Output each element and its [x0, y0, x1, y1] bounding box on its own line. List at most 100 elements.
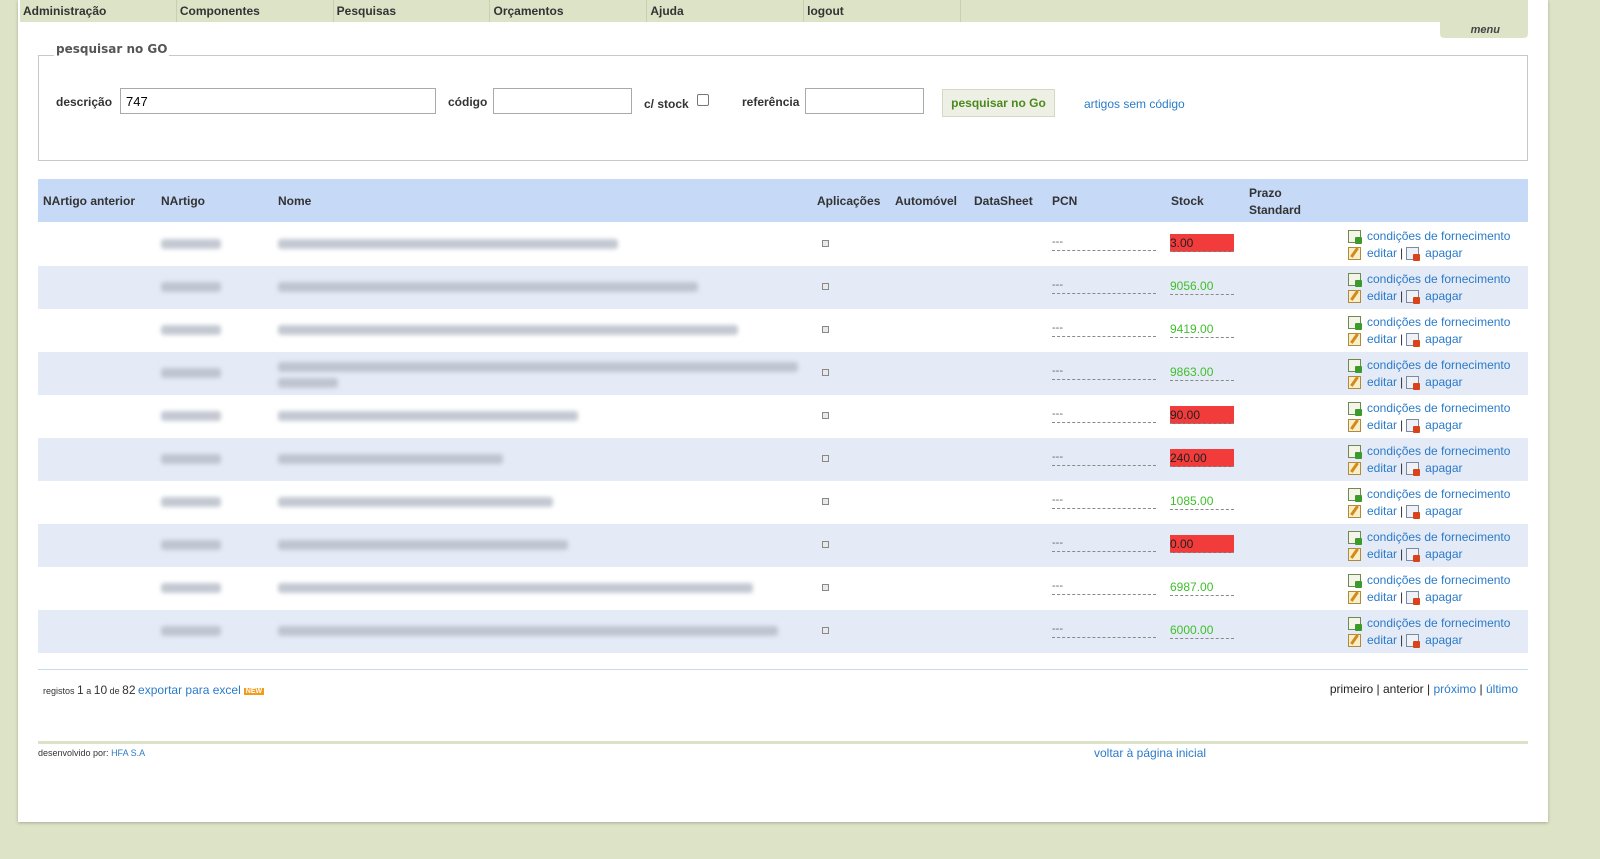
aplicacoes-icon[interactable]	[822, 584, 829, 591]
descricao-input[interactable]	[120, 88, 436, 114]
col-prazo-standard[interactable]: Prazo Standard	[1249, 185, 1309, 219]
delete-link[interactable]: apagar	[1425, 632, 1462, 649]
pcn-value[interactable]: ---	[1052, 579, 1156, 595]
conditions-link[interactable]: condições de fornecimento	[1367, 615, 1510, 632]
edit-link[interactable]: editar	[1367, 331, 1397, 348]
stock-value[interactable]: 240.00	[1170, 449, 1234, 467]
pcn-value[interactable]: ---	[1052, 450, 1156, 466]
edit-link[interactable]: editar	[1367, 589, 1397, 606]
conditions-link[interactable]: condições de fornecimento	[1367, 486, 1510, 503]
conditions-link[interactable]: condições de fornecimento	[1367, 357, 1510, 374]
aplicacoes-icon[interactable]	[822, 326, 829, 333]
conditions-link[interactable]: condições de fornecimento	[1367, 314, 1510, 331]
pcn-value[interactable]: ---	[1052, 622, 1156, 638]
edit-link[interactable]: editar	[1367, 460, 1397, 477]
conditions-link[interactable]: condições de fornecimento	[1367, 572, 1510, 589]
conditions-link[interactable]: condições de fornecimento	[1367, 529, 1510, 546]
pager-prev[interactable]: anterior	[1383, 682, 1424, 696]
stock-value[interactable]: 3.00	[1170, 234, 1234, 252]
stock-value[interactable]: 90.00	[1170, 406, 1234, 424]
home-link[interactable]: voltar à página inicial	[1094, 746, 1206, 760]
pcn-value[interactable]: ---	[1052, 493, 1156, 509]
delete-link[interactable]: apagar	[1425, 374, 1462, 391]
pcn-value[interactable]: ---	[1052, 536, 1156, 552]
delete-link[interactable]: apagar	[1425, 589, 1462, 606]
conditions-icon[interactable]	[1348, 445, 1362, 459]
export-excel-link[interactable]: exportar para excel	[138, 683, 241, 697]
menu-item-logout[interactable]: logout	[804, 0, 961, 22]
delete-icon[interactable]	[1406, 634, 1421, 648]
conditions-link[interactable]: condições de fornecimento	[1367, 271, 1510, 288]
stock-value[interactable]: 9419.00	[1170, 320, 1234, 338]
conditions-icon[interactable]	[1348, 617, 1362, 631]
codigo-input[interactable]	[493, 88, 632, 114]
conditions-icon[interactable]	[1348, 488, 1362, 502]
conditions-icon[interactable]	[1348, 574, 1362, 588]
delete-icon[interactable]	[1406, 591, 1421, 605]
delete-icon[interactable]	[1406, 333, 1421, 347]
conditions-icon[interactable]	[1348, 402, 1362, 416]
pcn-value[interactable]: ---	[1052, 235, 1156, 251]
edit-icon[interactable]	[1348, 376, 1361, 389]
aplicacoes-icon[interactable]	[822, 240, 829, 247]
conditions-link[interactable]: condições de fornecimento	[1367, 400, 1510, 417]
pcn-value[interactable]: ---	[1052, 407, 1156, 423]
stock-checkbox[interactable]	[697, 94, 709, 106]
edit-link[interactable]: editar	[1367, 503, 1397, 520]
referencia-input[interactable]	[805, 88, 924, 114]
edit-link[interactable]: editar	[1367, 288, 1397, 305]
menu-item-orcamentos[interactable]: Orçamentos	[490, 0, 648, 22]
menu-item-componentes[interactable]: Componentes	[177, 0, 334, 22]
stock-value[interactable]: 1085.00	[1170, 492, 1234, 510]
dev-company-link[interactable]: HFA S.A	[111, 748, 145, 758]
stock-value[interactable]: 0.00	[1170, 535, 1234, 553]
stock-value[interactable]: 6987.00	[1170, 578, 1234, 596]
edit-icon[interactable]	[1348, 419, 1361, 432]
delete-link[interactable]: apagar	[1425, 331, 1462, 348]
conditions-icon[interactable]	[1348, 230, 1362, 244]
delete-link[interactable]: apagar	[1425, 546, 1462, 563]
delete-icon[interactable]	[1406, 462, 1421, 476]
conditions-icon[interactable]	[1348, 359, 1362, 373]
edit-icon[interactable]	[1348, 505, 1361, 518]
aplicacoes-icon[interactable]	[822, 369, 829, 376]
aplicacoes-icon[interactable]	[822, 498, 829, 505]
aplicacoes-icon[interactable]	[822, 541, 829, 548]
edit-link[interactable]: editar	[1367, 245, 1397, 262]
aplicacoes-icon[interactable]	[822, 283, 829, 290]
aplicacoes-icon[interactable]	[822, 455, 829, 462]
pager-first[interactable]: primeiro	[1330, 682, 1373, 696]
delete-icon[interactable]	[1406, 376, 1421, 390]
delete-icon[interactable]	[1406, 419, 1421, 433]
col-stock[interactable]: Stock	[1171, 194, 1204, 208]
edit-icon[interactable]	[1348, 548, 1361, 561]
aplicacoes-icon[interactable]	[822, 627, 829, 634]
delete-link[interactable]: apagar	[1425, 460, 1462, 477]
col-aplicacoes[interactable]: Aplicações	[817, 194, 880, 208]
menu-item-pesquisas[interactable]: Pesquisas	[334, 0, 491, 22]
delete-icon[interactable]	[1406, 247, 1421, 261]
menu-item-administracao[interactable]: Administração	[20, 0, 177, 22]
pager-next[interactable]: próximo	[1433, 682, 1476, 696]
stock-value[interactable]: 6000.00	[1170, 621, 1234, 639]
col-nartigo-anterior[interactable]: NArtigo anterior	[43, 194, 135, 208]
stock-value[interactable]: 9056.00	[1170, 277, 1234, 295]
delete-link[interactable]: apagar	[1425, 503, 1462, 520]
menu-item-ajuda[interactable]: Ajuda	[647, 0, 805, 22]
delete-link[interactable]: apagar	[1425, 288, 1462, 305]
conditions-icon[interactable]	[1348, 273, 1362, 287]
conditions-link[interactable]: condições de fornecimento	[1367, 228, 1510, 245]
edit-icon[interactable]	[1348, 634, 1361, 647]
delete-link[interactable]: apagar	[1425, 417, 1462, 434]
edit-icon[interactable]	[1348, 290, 1361, 303]
edit-icon[interactable]	[1348, 333, 1361, 346]
menu-toggle-tab[interactable]: menu	[1440, 22, 1528, 38]
delete-icon[interactable]	[1406, 548, 1421, 562]
pcn-value[interactable]: ---	[1052, 364, 1156, 380]
pager-last[interactable]: último	[1486, 682, 1518, 696]
edit-link[interactable]: editar	[1367, 546, 1397, 563]
delete-link[interactable]: apagar	[1425, 245, 1462, 262]
aplicacoes-icon[interactable]	[822, 412, 829, 419]
conditions-icon[interactable]	[1348, 531, 1362, 545]
edit-link[interactable]: editar	[1367, 374, 1397, 391]
